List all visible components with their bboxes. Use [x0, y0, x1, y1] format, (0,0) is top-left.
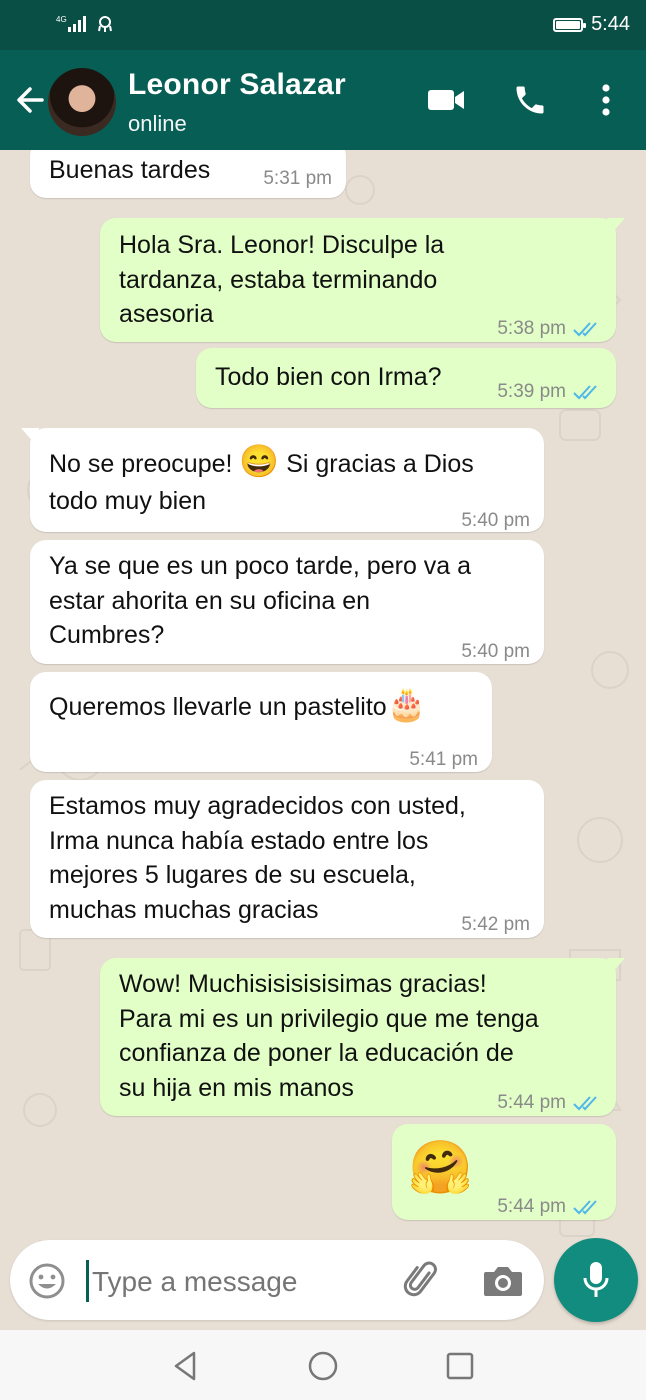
bubble-tail — [21, 428, 39, 444]
message-time: 5:42 pm — [461, 914, 530, 935]
back-arrow-icon[interactable] — [12, 82, 48, 118]
message-time: 5:41 pm — [409, 749, 478, 770]
message-time: 5:44 pm — [497, 1190, 602, 1225]
chat-header: Leonor Salazar online — [0, 50, 646, 150]
emoji-icon[interactable] — [28, 1262, 66, 1300]
signal-icon: 4G — [56, 15, 86, 32]
message-text: Queremos llevarle un pastelito — [49, 693, 387, 721]
contact-name[interactable]: Leonor Salazar — [128, 68, 346, 102]
battery-icon — [553, 17, 587, 32]
read-receipt-icon — [573, 1096, 597, 1111]
video-call-button[interactable] — [424, 78, 468, 122]
network-type: 4G — [56, 15, 67, 24]
nav-back-icon[interactable] — [168, 1348, 204, 1384]
nav-home-icon[interactable] — [305, 1348, 341, 1384]
message-input[interactable] — [92, 1262, 392, 1302]
message-time: 5:38 pm — [497, 312, 602, 347]
message-text: Buenas tardes — [49, 156, 211, 184]
status-bar: 4G 5:44 — [0, 0, 646, 50]
read-receipt-icon — [573, 385, 597, 400]
message-time: 5:44 pm — [497, 1086, 602, 1121]
read-receipt-icon — [573, 322, 597, 337]
camera-icon[interactable] — [480, 1260, 524, 1300]
text-caret — [86, 1260, 89, 1302]
message-time: 5:39 pm — [497, 375, 602, 410]
message-time: 5:40 pm — [461, 641, 530, 662]
message-incoming[interactable]: No se preocupe! 😄 Si gracias a Dios todo… — [21, 428, 544, 532]
bubble-tail — [607, 218, 625, 234]
message-incoming[interactable]: Queremos llevarle un pastelito🎂 5:41 pm — [30, 672, 492, 772]
status-right: 5:44 — [553, 13, 630, 36]
video-call-icon — [428, 90, 464, 110]
voice-call-button[interactable] — [508, 78, 552, 122]
chat-area[interactable]: Buenas tardes 5:31 pm Hola Sra. Leonor! … — [0, 150, 646, 1330]
message-incoming[interactable]: Ya se que es un poco tarde, pero va a es… — [30, 540, 544, 664]
message-text: Estamos muy agradecidos con usted, Irma … — [49, 792, 466, 924]
read-receipt-icon — [573, 1200, 597, 1215]
birthday-cake-emoji: 🎂 — [386, 686, 427, 722]
nav-recents-icon[interactable] — [442, 1348, 478, 1384]
message-text: Todo bien con Irma? — [215, 363, 442, 391]
mic-button[interactable] — [554, 1238, 638, 1322]
mic-icon — [583, 1262, 609, 1297]
status-time: 5:44 — [591, 13, 630, 35]
phone-icon — [516, 86, 544, 114]
bubble-tail — [607, 958, 625, 974]
message-text: todo muy bien — [49, 487, 207, 515]
message-outgoing[interactable]: Hola Sra. Leonor! Disculpe la tardanza, … — [100, 218, 625, 342]
hugging-face-emoji: 🤗 — [408, 1139, 473, 1197]
message-incoming[interactable]: Buenas tardes 5:31 pm — [30, 150, 346, 198]
attach-icon[interactable] — [402, 1260, 442, 1300]
contact-status: online — [128, 111, 187, 136]
notification-icon — [98, 16, 112, 32]
message-incoming[interactable]: Estamos muy agradecidos con usted, Irma … — [30, 780, 544, 938]
status-left: 4G — [56, 14, 114, 34]
message-composer — [10, 1240, 544, 1320]
more-options-button[interactable] — [584, 78, 628, 122]
avatar[interactable] — [48, 68, 116, 136]
message-outgoing[interactable]: Wow! Muchisisisisisimas gracias! Para mi… — [100, 958, 625, 1116]
message-text: No se preocupe! — [49, 450, 240, 478]
message-time: 5:31 pm — [263, 168, 332, 189]
grinning-face-emoji: 😄 — [239, 443, 280, 479]
message-time: 5:40 pm — [461, 510, 530, 531]
message-outgoing[interactable]: Todo bien con Irma? 5:39 pm — [196, 348, 616, 408]
message-text: Hola Sra. Leonor! Disculpe la tardanza, … — [119, 231, 445, 328]
message-outgoing[interactable]: 🤗 5:44 pm — [392, 1124, 616, 1220]
system-nav-bar — [0, 1330, 646, 1400]
message-text: Ya se que es un poco tarde, pero va a es… — [49, 552, 472, 649]
message-text: Si gracias a Dios — [279, 450, 474, 478]
more-vert-icon — [602, 84, 610, 116]
message-text: Wow! Muchisisisisisimas gracias! Para mi… — [119, 970, 539, 1102]
